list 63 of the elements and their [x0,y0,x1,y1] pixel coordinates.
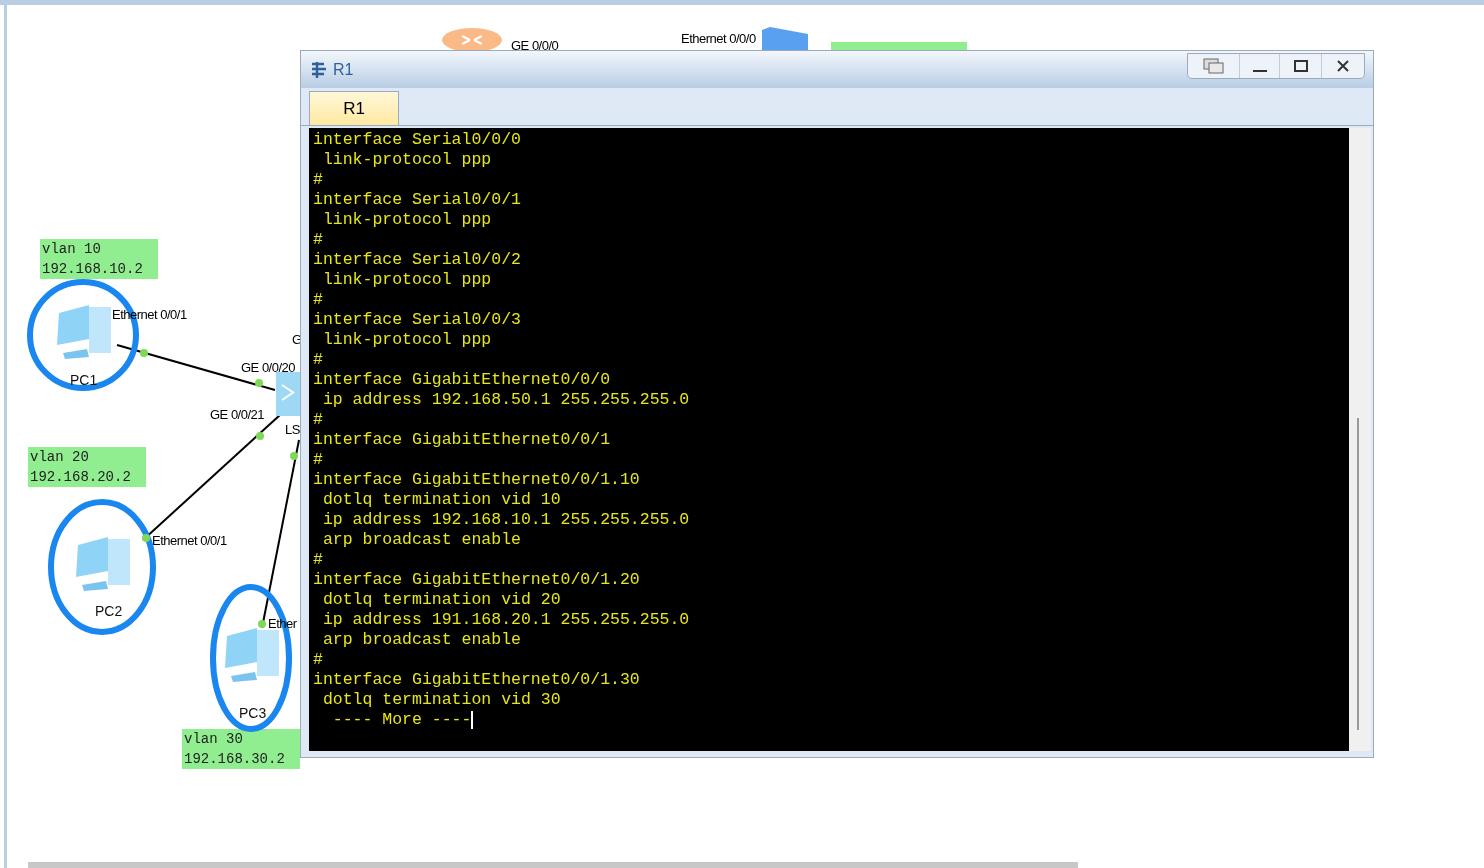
computer-icon[interactable] [76,537,130,591]
device-label: PC3 [239,704,267,723]
port-label: GE 0/0/0 [511,37,559,55]
terminal-line: link-protocol ppp [321,150,492,170]
text-cursor [471,711,474,729]
terminal-line: arp broadcast enable [321,630,521,650]
port-dot [290,452,298,460]
terminal-line: interface GigabitEthernet0/0/1.30 [313,670,640,690]
more-prompt: ---- More ---- [331,710,472,730]
switch-icon[interactable] [276,372,302,416]
terminal-line: dotlq termination vid 10 [321,490,561,510]
terminal-line: ip address 192.168.10.1 255.255.255.0 [321,510,690,530]
terminal-line: # [313,350,323,370]
terminal-line: link-protocol ppp [321,330,492,350]
port-dot [140,349,148,357]
minimize-icon [1252,69,1267,72]
tab[interactable]: R1 [309,91,399,125]
note-label[interactable]: vlan 30 192.168.30.2 [182,729,300,769]
terminal-line: # [313,410,323,430]
terminal-line: interface GigabitEthernet0/0/1.10 [313,470,640,490]
vertical-scrollbar[interactable] [1349,128,1371,751]
close-icon [1337,59,1349,72]
restore-icon [1202,57,1225,74]
terminal-line: interface Serial0/0/2 [313,250,521,270]
terminal-line: # [313,230,323,250]
window-title: R1 [333,59,354,80]
terminal-line: # [313,550,323,570]
maximize-icon [1293,59,1308,72]
port-dot [256,432,264,440]
terminal-line: dotlq termination vid 20 [321,590,561,610]
terminal-line: interface Serial0/0/0 [313,130,521,150]
port-label: Ethernet 0/0/1 [152,532,227,550]
terminal-line: # [313,170,323,190]
terminal-line: interface Serial0/0/1 [313,190,521,210]
terminal-line: arp broadcast enable [321,530,521,550]
app-icon [309,59,329,80]
terminal-line: dotlq termination vid 30 [321,690,561,710]
terminal-line: interface GigabitEthernet0/0/1 [313,430,611,450]
note-label[interactable]: vlan 10 192.168.10.2 [40,239,158,279]
terminal-line: ip address 192.168.50.1 255.255.255.0 [321,390,690,410]
terminal-line: link-protocol ppp [321,210,492,230]
terminal-line: link-protocol ppp [321,270,492,290]
port-label: LS [285,421,300,439]
port-label: GE 0/0/21 [210,406,265,424]
port-label: GE 0/0/20 [241,359,296,377]
device-label: PC1 [70,371,98,390]
terminal-line: interface GigabitEthernet0/0/1.20 [313,570,640,590]
terminal-line: interface GigabitEthernet0/0/0 [313,370,611,390]
port-dot [255,379,263,387]
device-label: PC2 [95,602,123,621]
computer-icon[interactable] [57,305,111,359]
horizontal-scrollbar[interactable] [28,862,1078,868]
port-dot [142,534,150,542]
terminal-line: # [313,290,323,310]
terminal-line: ip address 191.168.20.1 255.255.255.0 [321,610,690,630]
port-dot [258,620,266,628]
computer-icon[interactable] [225,628,279,682]
port-label: Ethernet 0/0/0 [681,30,756,48]
router-icon[interactable] [442,28,502,52]
terminal-line: # [313,450,323,470]
note-label[interactable]: vlan 20 192.168.20.2 [28,447,146,487]
terminal-line: # [313,650,323,670]
terminal-line: interface Serial0/0/3 [313,310,521,330]
